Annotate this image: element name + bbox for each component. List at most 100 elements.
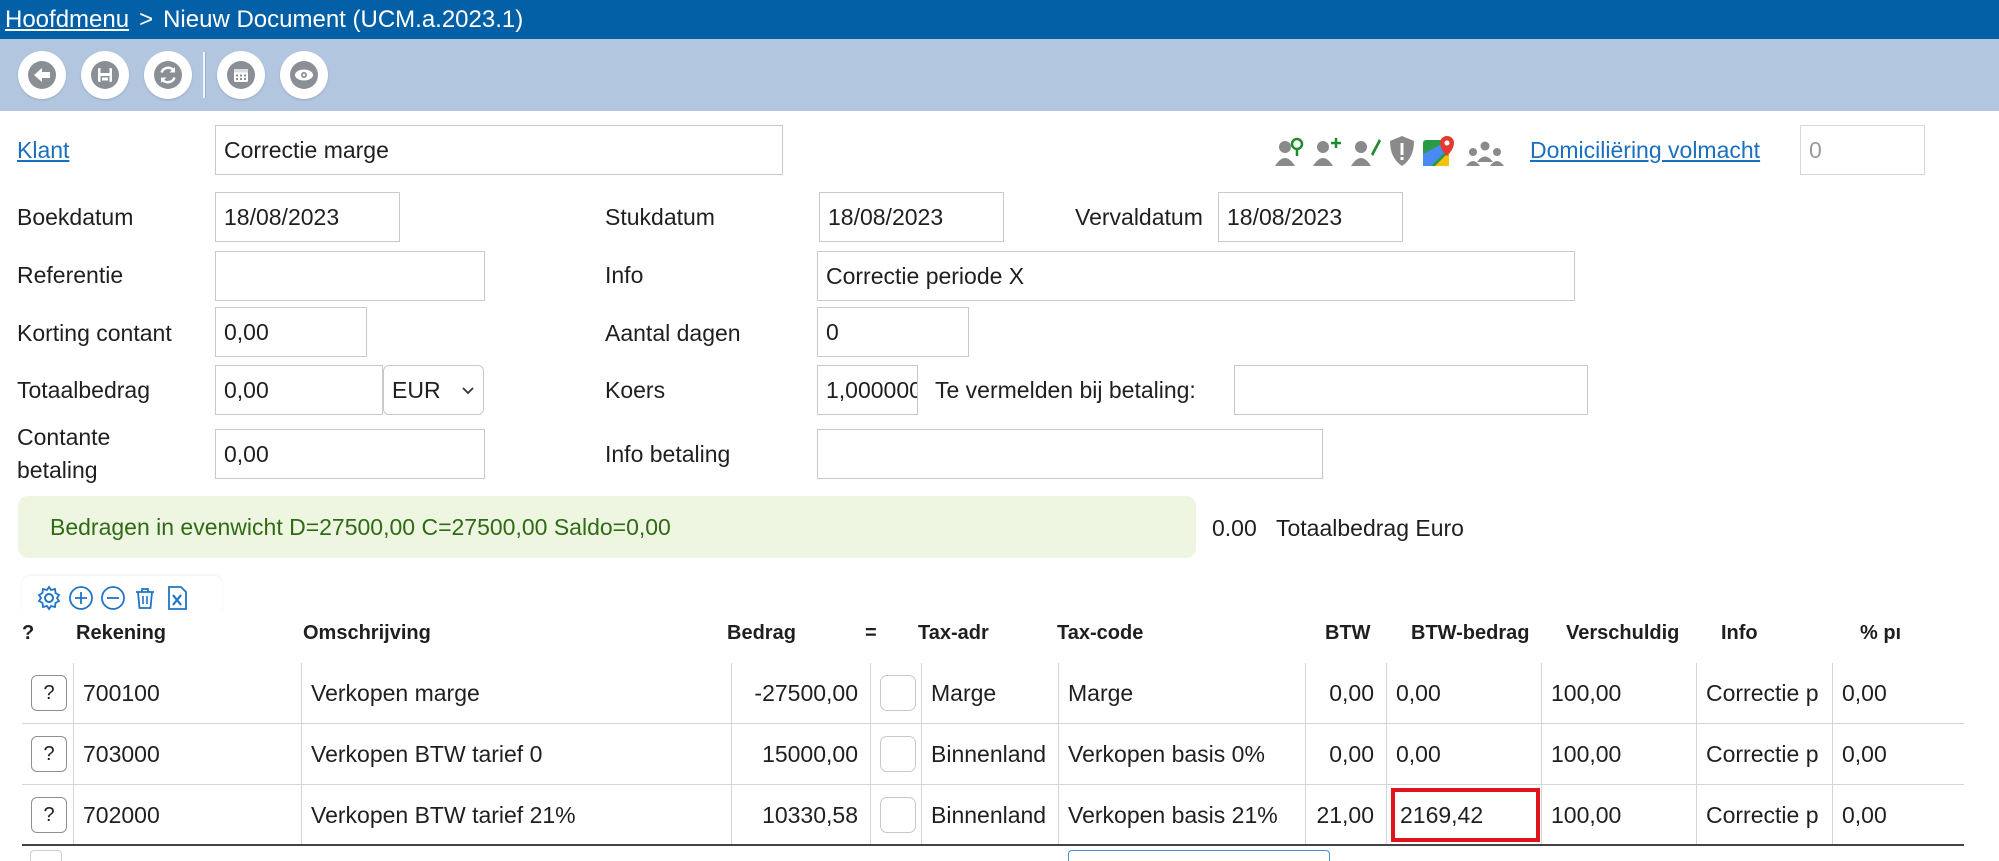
col-header-verschuldig[interactable]: Verschuldig	[1566, 622, 1679, 645]
save-button[interactable]	[81, 51, 129, 99]
users-group-icon[interactable]	[1463, 134, 1507, 168]
info-cell[interactable]: Correctie p	[1696, 663, 1832, 723]
row-help-cell: ?	[22, 663, 73, 723]
breadcrumb-separator: >	[139, 5, 154, 33]
tax-adr-cell[interactable]: Binnenland	[921, 724, 1058, 784]
col-header-btw-bedrag[interactable]: BTW-bedrag	[1411, 622, 1533, 645]
row-help-cell: ?	[22, 724, 73, 784]
back-button[interactable]	[18, 51, 66, 99]
koers-label: Koers	[605, 377, 666, 403]
bedrag-cell[interactable]: -27500,00	[731, 663, 870, 723]
settings-icon[interactable]	[36, 585, 62, 611]
journal-lines-table: ? 700100 Verkopen marge -27500,00 Marge …	[22, 663, 1964, 846]
excel-export-icon[interactable]	[164, 585, 190, 611]
btw-cell[interactable]: 0,00	[1305, 724, 1386, 784]
btw-bedrag-highlighted-value[interactable]: 2169,42	[1391, 788, 1540, 842]
breadcrumb-home-link[interactable]: Hoofdmenu	[5, 6, 129, 34]
info-label: Info	[605, 262, 644, 288]
aantal-dagen-label: Aantal dagen	[605, 320, 741, 346]
preview-button[interactable]	[280, 51, 328, 99]
page-title: Nieuw Document (UCM.a.2023.1)	[163, 5, 524, 33]
bedrag-cell[interactable]: 15000,00	[731, 724, 870, 784]
rekening-cell[interactable]: 702000	[73, 785, 301, 845]
percent-cell[interactable]: 0,00	[1832, 663, 1964, 723]
korting-contant-field[interactable]: 0,00	[215, 307, 367, 357]
referentie-field[interactable]	[215, 251, 485, 301]
bedrag-cell[interactable]: 10330,58	[731, 785, 870, 845]
aantal-dagen-field[interactable]: 0	[817, 307, 969, 357]
verschuldig-cell[interactable]: 100,00	[1541, 663, 1696, 723]
user-add-icon[interactable]	[1311, 134, 1345, 168]
currency-select[interactable]: EUR	[383, 365, 484, 415]
percent-cell[interactable]: 0,00	[1832, 785, 1964, 845]
col-header-bedrag[interactable]: Bedrag	[727, 622, 796, 645]
col-header-equal[interactable]: =	[865, 622, 877, 645]
btw-cell[interactable]: 0,00	[1305, 663, 1386, 723]
add-row-icon[interactable]	[68, 585, 94, 611]
refresh-button[interactable]	[144, 51, 192, 99]
col-header-omschrijving[interactable]: Omschrijving	[303, 622, 431, 645]
tax-code-cell[interactable]: Marge	[1058, 663, 1305, 723]
percent-cell[interactable]: 0,00	[1832, 724, 1964, 784]
calendar-button[interactable]	[217, 51, 265, 99]
help-button[interactable]: ?	[31, 736, 67, 772]
rekening-cell[interactable]: 703000	[73, 724, 301, 784]
table-bottom-divider	[22, 844, 1964, 846]
btw-bedrag-cell[interactable]: 0,00	[1386, 724, 1541, 784]
table-row: ? 703000 Verkopen BTW tarief 0 15000,00 …	[22, 724, 1964, 785]
boekdatum-field[interactable]: 18/08/2023	[215, 192, 400, 242]
stukdatum-field[interactable]: 18/08/2023	[819, 192, 1004, 242]
user-edit-icon[interactable]	[1349, 134, 1383, 168]
tax-adr-cell[interactable]: Marge	[921, 663, 1058, 723]
col-header-rekening[interactable]: Rekening	[76, 622, 166, 645]
info-field[interactable]: Correctie periode X	[817, 251, 1575, 301]
table-row: ? 700100 Verkopen marge -27500,00 Marge …	[22, 663, 1964, 724]
toolbar	[0, 39, 1999, 111]
klant-field[interactable]: Correctie marge	[215, 125, 783, 175]
btw-bedrag-cell[interactable]: 0,00	[1386, 663, 1541, 723]
equal-cell	[870, 785, 921, 845]
btw-cell[interactable]: 21,00	[1305, 785, 1386, 845]
balance-checkbox[interactable]	[880, 675, 916, 711]
rekening-cell[interactable]: 700100	[73, 663, 301, 723]
help-button[interactable]: ?	[31, 797, 67, 833]
delete-icon[interactable]	[132, 585, 158, 611]
col-header-tax-adr[interactable]: Tax-adr	[918, 622, 989, 645]
info-cell[interactable]: Correctie p	[1696, 785, 1832, 845]
omschrijving-cell[interactable]: Verkopen marge	[301, 663, 731, 723]
verschuldig-cell[interactable]: 100,00	[1541, 785, 1696, 845]
google-maps-icon[interactable]	[1421, 134, 1459, 168]
balance-status-banner: Bedragen in evenwicht D=27500,00 C=27500…	[18, 496, 1196, 558]
balance-checkbox[interactable]	[880, 736, 916, 772]
koers-field[interactable]: 1,000000	[817, 365, 918, 415]
tax-code-cell[interactable]: Verkopen basis 0%	[1058, 724, 1305, 784]
col-header-info[interactable]: Info	[1721, 622, 1758, 645]
col-header-help[interactable]: ?	[22, 622, 34, 645]
contante-betaling-field[interactable]: 0,00	[215, 429, 485, 479]
user-search-icon[interactable]	[1273, 134, 1307, 168]
te-vermelden-field[interactable]	[1234, 365, 1588, 415]
stukdatum-label: Stukdatum	[605, 204, 715, 230]
tax-adr-cell[interactable]: Binnenland	[921, 785, 1058, 845]
equal-cell	[870, 663, 921, 723]
verschuldig-cell[interactable]: 100,00	[1541, 724, 1696, 784]
shield-alert-icon[interactable]	[1387, 134, 1417, 168]
totaalbedrag-field[interactable]: 0,00	[215, 365, 383, 415]
korting-contant-label: Korting contant	[17, 320, 172, 346]
info-cell[interactable]: Correctie p	[1696, 724, 1832, 784]
boekdatum-label: Boekdatum	[17, 204, 134, 230]
tax-code-cell[interactable]: Verkopen basis 21%	[1058, 785, 1305, 845]
omschrijving-cell[interactable]: Verkopen BTW tarief 0	[301, 724, 731, 784]
balance-checkbox[interactable]	[880, 797, 916, 833]
domiciliering-field[interactable]: 0	[1800, 125, 1925, 175]
col-header-percent[interactable]: % pı	[1860, 622, 1901, 645]
info-betaling-field[interactable]	[817, 429, 1323, 479]
remove-row-icon[interactable]	[100, 585, 126, 611]
domiciliering-volmacht-link[interactable]: Domiciliëring volmacht	[1530, 137, 1760, 164]
help-button[interactable]: ?	[31, 675, 67, 711]
col-header-btw[interactable]: BTW	[1325, 622, 1371, 645]
vervaldatum-field[interactable]: 18/08/2023	[1218, 192, 1403, 242]
klant-link[interactable]: Klant	[17, 137, 69, 164]
omschrijving-cell[interactable]: Verkopen BTW tarief 21%	[301, 785, 731, 845]
col-header-tax-code[interactable]: Tax-code	[1057, 622, 1143, 645]
